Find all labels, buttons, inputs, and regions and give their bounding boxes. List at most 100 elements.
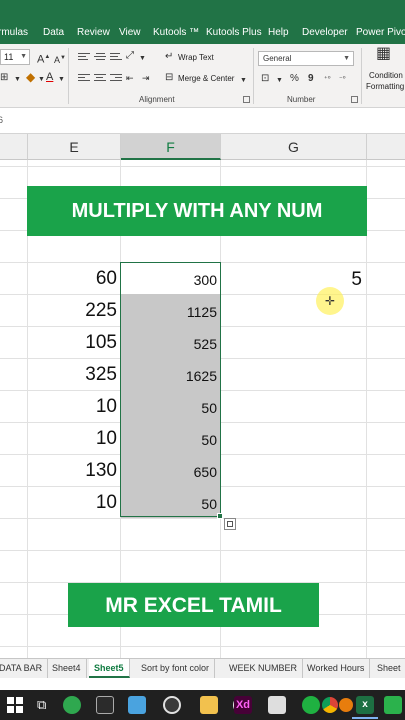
tab-power-pivot[interactable]: Power Pivot — [356, 27, 405, 38]
sheet-tab-worked-hours[interactable]: Worked Hours — [302, 659, 371, 678]
number-launcher-icon[interactable] — [351, 96, 358, 103]
grid-row-line — [0, 550, 405, 551]
sheet-tab-week-number[interactable]: WEEK NUMBER — [224, 659, 304, 678]
decrease-font-icon[interactable]: A▼ — [54, 52, 66, 66]
folder-icon[interactable] — [200, 696, 218, 714]
orientation-icon[interactable]: ⤢ — [126, 50, 134, 62]
column-header-d[interactable] — [0, 134, 28, 160]
adobe-xd-icon[interactable]: Xd — [234, 696, 252, 714]
percent-button[interactable]: % — [290, 73, 299, 85]
sheet-tab-data-bar[interactable]: DATA BAR — [0, 659, 49, 678]
start-icon[interactable] — [6, 696, 24, 714]
active-app-indicator — [352, 717, 378, 719]
tab-developer[interactable]: Developer — [302, 27, 348, 38]
cell-e-value[interactable]: 105 — [28, 327, 118, 359]
sheet-tab-sheet[interactable]: Sheet — [372, 659, 405, 678]
align-right-icon[interactable] — [110, 74, 122, 84]
tab-data[interactable]: Data — [43, 27, 64, 38]
conditional-formatting-icon[interactable]: ▦ — [376, 46, 391, 62]
align-middle-icon[interactable] — [94, 53, 106, 63]
align-center-icon[interactable] — [94, 74, 106, 84]
tab-formulas[interactable]: rmulas — [0, 27, 28, 38]
align-left-icon[interactable] — [78, 74, 90, 84]
chevron-down-icon[interactable]: ▼ — [276, 75, 283, 87]
clapper-icon[interactable] — [96, 696, 114, 714]
blender-icon[interactable] — [339, 698, 353, 712]
fill-handle[interactable] — [217, 513, 223, 519]
font-color-icon[interactable]: A — [46, 71, 53, 83]
ribbon-separator — [253, 48, 254, 104]
tab-kutools[interactable]: Kutools ™ — [153, 27, 199, 38]
sheet-tab-sheet5[interactable]: Sheet5 — [89, 659, 130, 678]
tab-review[interactable]: Review — [77, 27, 110, 38]
font-size-value: 11 — [4, 52, 14, 62]
sheet-tab-bar: DATA BAR Sheet4 Sheet5 Sort by font colo… — [0, 658, 405, 678]
cell-e-value[interactable]: 325 — [28, 359, 118, 391]
task-view-icon[interactable]: ⧉ — [37, 696, 46, 714]
align-bottom-icon[interactable] — [110, 53, 122, 63]
decrease-decimal-icon[interactable]: ⁻⁰ — [339, 74, 346, 86]
cell-e-value[interactable]: 10 — [28, 391, 118, 423]
media-player-icon[interactable] — [163, 696, 181, 714]
chat-icon[interactable] — [384, 696, 402, 714]
status-bar-gap — [0, 678, 405, 690]
chevron-down-icon[interactable]: ▼ — [14, 74, 21, 86]
conditional-formatting-label-2[interactable]: Formatting — [366, 82, 404, 91]
torrent-icon[interactable] — [63, 696, 81, 714]
font-size-select[interactable]: 11 ▼ — [0, 49, 30, 65]
increase-indent-icon[interactable]: ⇥ — [142, 72, 150, 84]
cell-e-value[interactable]: 225 — [28, 295, 118, 327]
borders-icon[interactable]: ⊞ — [0, 72, 8, 84]
quick-analysis-icon[interactable] — [224, 518, 236, 530]
number-format-select[interactable]: General ▼ — [258, 51, 354, 66]
column-header-e[interactable]: E — [28, 134, 121, 160]
grid-row-line — [0, 166, 405, 167]
footer-banner[interactable]: MR EXCEL TAMIL — [68, 583, 319, 627]
name-box[interactable]: 6 — [0, 115, 3, 125]
image-viewer-icon[interactable] — [128, 696, 146, 714]
os-taskbar: ⧉ Xd x — [0, 690, 405, 720]
chevron-down-icon: ▼ — [20, 53, 27, 60]
wrap-text-button[interactable]: Wrap Text — [178, 53, 214, 62]
chrome-icon[interactable] — [322, 697, 338, 713]
sheet-tab-sheet4[interactable]: Sheet4 — [47, 659, 87, 678]
cell-e-value[interactable]: 130 — [28, 455, 118, 487]
title-banner[interactable]: MULTIPLY WITH ANY NUM — [27, 186, 367, 236]
sheet-tab-sort-by-font-color[interactable]: Sort by font color — [136, 659, 216, 678]
tab-help[interactable]: Help — [268, 27, 289, 38]
currency-icon[interactable]: ⊡ — [261, 73, 269, 85]
merge-center-button[interactable]: Merge & Center — [178, 74, 234, 83]
decrease-indent-icon[interactable]: ⇤ — [126, 72, 134, 84]
cell-e-value[interactable]: 60 — [28, 263, 118, 295]
increase-font-icon[interactable]: A▲ — [37, 51, 50, 66]
ribbon-separator — [361, 48, 362, 104]
cell-e-value[interactable]: 10 — [28, 487, 118, 519]
cell-e-value[interactable]: 10 — [28, 423, 118, 455]
fill-color-icon[interactable]: ◆ — [26, 71, 35, 83]
chevron-down-icon[interactable]: ▼ — [240, 75, 247, 87]
chevron-down-icon[interactable]: ▼ — [139, 53, 146, 65]
ribbon-panel: 11 ▼ A▲ A▼ ⊞ ▼ ◆ ▼ A ▼ ⤢ ▼ ↵ Wrap Text ⇤… — [0, 44, 405, 108]
merge-center-icon[interactable]: ⊟ — [165, 72, 173, 84]
wrap-text-icon[interactable]: ↵ — [165, 51, 173, 63]
column-header-h[interactable] — [367, 134, 405, 160]
column-header-g[interactable]: G — [221, 134, 367, 160]
conditional-formatting-label-1[interactable]: Condition — [369, 71, 403, 80]
column-header-f[interactable]: F — [121, 134, 221, 160]
pen-tool-icon[interactable] — [302, 696, 320, 714]
tab-view[interactable]: View — [119, 27, 141, 38]
formula-bar[interactable]: 6 — [0, 108, 405, 134]
number-format-value: General — [263, 54, 292, 63]
alignment-group-label: Alignment — [139, 95, 175, 104]
chevron-down-icon[interactable]: ▼ — [58, 74, 65, 86]
cell-cursor-icon: ✛ — [325, 294, 336, 308]
alignment-launcher-icon[interactable] — [243, 96, 250, 103]
excel-icon[interactable]: x — [356, 696, 374, 714]
tab-kutools-plus[interactable]: Kutools Plus — [206, 27, 262, 38]
calendar-icon[interactable] — [268, 696, 286, 714]
chevron-down-icon[interactable]: ▼ — [38, 74, 45, 86]
comma-style-button[interactable]: 9 — [308, 73, 314, 85]
chevron-down-icon: ▼ — [343, 55, 350, 62]
align-top-icon[interactable] — [78, 53, 90, 63]
increase-decimal-icon[interactable]: ⁺⁰ — [324, 74, 331, 86]
